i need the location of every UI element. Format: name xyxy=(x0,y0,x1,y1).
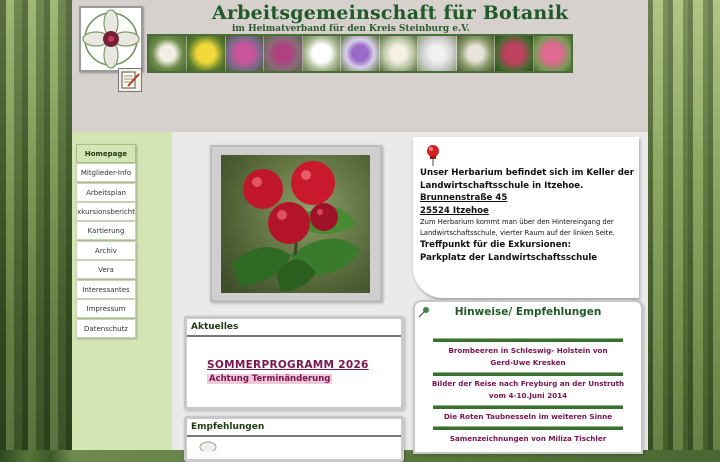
banner-photo xyxy=(302,36,342,71)
link-line: Samenzeichnungen von Miliza Tischler xyxy=(449,434,607,443)
main-content: Unser Herbarium befindet sich im Keller … xyxy=(172,132,648,462)
info-city: 25524 Itzehoe xyxy=(420,205,489,216)
aktuelles-heading: Aktuelles xyxy=(187,319,401,337)
link-brombeeren[interactable]: Brombeeren in Schleswig- Holstein von Ge… xyxy=(415,345,641,368)
divider xyxy=(433,338,623,342)
nav-item-impressum[interactable]: Impressum xyxy=(76,299,136,318)
red-pushpin-icon xyxy=(427,145,439,166)
nav-item-mitglieder-info[interactable]: Mitglieder-Info xyxy=(76,163,136,182)
sommerprogramm-link[interactable]: SOMMERPROGRAMM 2026 xyxy=(207,359,369,371)
sidebar-nav: Homepage Mitglieder-Info Arbeitsplan Exk… xyxy=(72,132,172,450)
nav-item-vera[interactable]: Vera xyxy=(76,260,136,279)
banner-photo xyxy=(225,36,265,71)
featured-photo-frame xyxy=(210,145,382,302)
flower-banner xyxy=(147,34,573,73)
divider xyxy=(433,426,623,430)
nav-item-interessantes[interactable]: Interessantes xyxy=(76,280,136,299)
forest-background-left xyxy=(0,0,72,450)
site-subtitle: im Heimatverband für den Kreis Steinburg… xyxy=(232,24,470,34)
banner-photo xyxy=(379,36,419,71)
herbarium-info-text: Unser Herbarium befindet sich im Keller … xyxy=(420,167,634,264)
link-line: Gerd-Uwe Kresken xyxy=(490,357,566,367)
nav-item-exkursionsberichte[interactable]: Exkursionsberichte xyxy=(76,202,136,221)
forest-background-right xyxy=(648,0,720,450)
divider xyxy=(433,372,623,376)
banner-photo xyxy=(418,36,457,71)
page-container: Arbeitsgemeinschaft für Botanik im Heima… xyxy=(72,0,648,462)
red-berries-photo xyxy=(221,155,370,293)
banner-photo xyxy=(341,36,380,71)
link-samenzeichnungen[interactable]: Samenzeichnungen von Miliza Tischler xyxy=(415,433,641,445)
link-line: Brombeeren in Schleswig- Holstein von xyxy=(448,346,608,355)
banner-photo xyxy=(533,36,571,71)
nav-item-arbeitsplan[interactable]: Arbeitsplan xyxy=(76,183,136,202)
info-meeting-place: Parkplatz der Landwirtschaftsschule xyxy=(420,252,598,263)
nav-item-kartierung[interactable]: Kartierung xyxy=(76,221,136,240)
divider xyxy=(433,405,623,409)
site-header: Arbeitsgemeinschaft für Botanik im Heima… xyxy=(72,0,648,132)
info-note: Zum Herbarium kommt man über den Hintere… xyxy=(420,218,614,226)
site-title: Arbeitsgemeinschaft für Botanik xyxy=(212,2,569,24)
banner-photo xyxy=(495,36,534,71)
banner-photo xyxy=(264,36,303,71)
flower-emblem-icon xyxy=(82,9,140,69)
link-rote-taubnesseln[interactable]: Die Roten Taubnesseln im weiteren Sinne xyxy=(415,411,641,423)
info-line: Landwirtschaftsschule in Itzehoe. xyxy=(420,180,584,191)
site-logo[interactable] xyxy=(79,6,143,72)
notepad-pen-icon[interactable] xyxy=(118,68,142,92)
info-line: Unser Herbarium befindet sich im Keller … xyxy=(420,168,634,178)
nav-item-archiv[interactable]: Archiv xyxy=(76,241,136,260)
banner-photo xyxy=(149,36,188,71)
herbarium-info-box: Unser Herbarium befindet sich im Keller … xyxy=(413,137,639,298)
info-meeting-heading: Treffpunkt für die Exkursionen: xyxy=(420,240,572,250)
nav-item-homepage[interactable]: Homepage xyxy=(76,144,136,163)
empfehlungen-panel: Empfehlungen xyxy=(184,416,404,462)
banner-photo xyxy=(456,36,496,71)
hinweise-panel: Hinweise/ Empfehlungen Brombeeren in Sch… xyxy=(413,300,643,454)
link-freyburg-reise[interactable]: Bilder der Reise nach Freyburg an der Un… xyxy=(415,378,641,401)
nav-item-datenschutz[interactable]: Datenschutz xyxy=(76,319,136,338)
link-line: Bilder der Reise nach Freyburg an der Un… xyxy=(431,379,625,388)
hinweise-heading: Hinweise/ Empfehlungen xyxy=(454,306,602,318)
link-line: Die Roten Taubnesseln im weiteren Sinne xyxy=(443,412,613,421)
info-street: Brunnenstraße 45 xyxy=(420,193,508,203)
aktuelles-panel: Aktuelles SOMMERPROGRAMM 2026 Achtung Te… xyxy=(184,316,404,410)
banner-photo xyxy=(187,36,226,71)
link-line: vom 4-10.Juni 2014 xyxy=(488,390,568,400)
empfehlungen-heading: Empfehlungen xyxy=(187,419,401,437)
info-note: Landwirtschaftsschule, vierter Raum auf … xyxy=(420,229,615,237)
terminaenderung-note[interactable]: Achtung Terminänderung xyxy=(207,374,333,384)
